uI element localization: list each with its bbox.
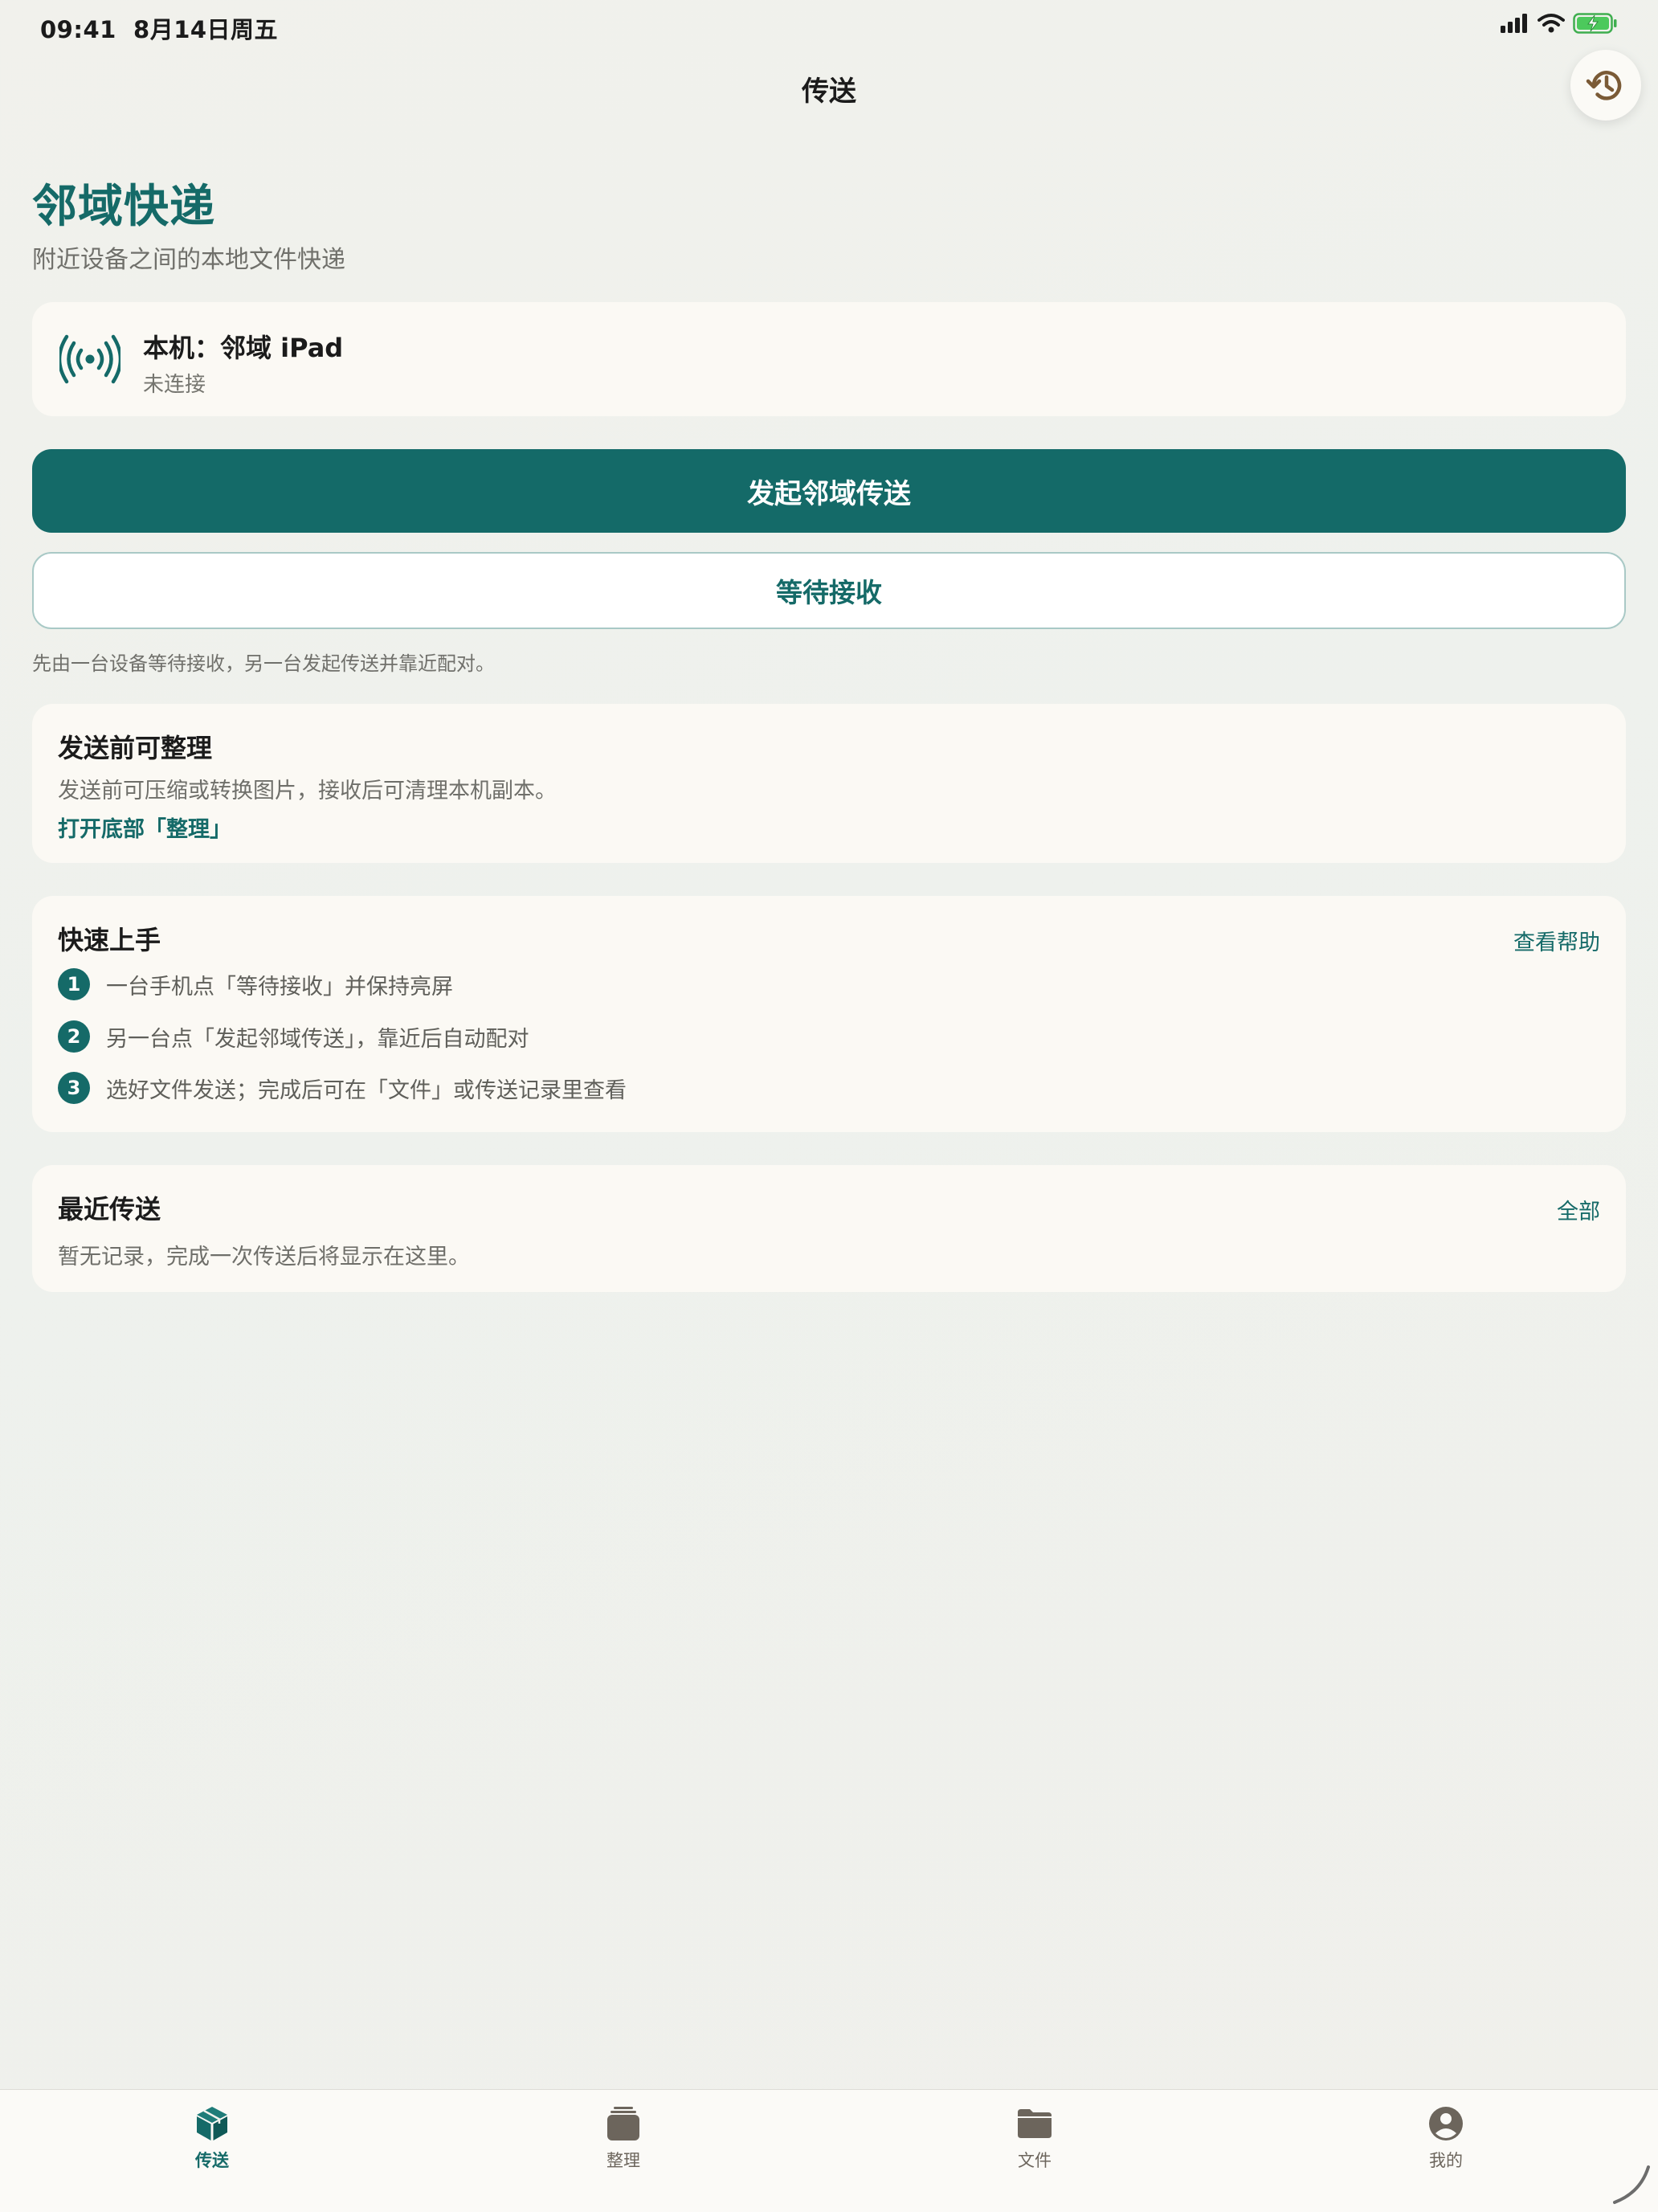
page-title: 传送 (802, 76, 856, 108)
history-button[interactable] (1570, 50, 1641, 121)
tab-label: 文件 (1018, 2151, 1052, 2170)
tray-stack-icon (607, 2107, 639, 2140)
resize-corner-icon (1613, 2165, 1650, 2204)
view-all-link[interactable]: 全部 (1557, 1194, 1600, 1225)
device-card: 本机：邻域 iPad 未连接 (32, 302, 1626, 416)
recent-transfers-card: 最近传送 全部 暂无记录，完成一次传送后将显示在这里。 (32, 1165, 1626, 1292)
wait-receive-button[interactable]: 等待接收 (32, 552, 1626, 629)
broadcast-icon (59, 334, 120, 384)
organize-card: 发送前可整理 发送前可压缩或转换图片，接收后可清理本机副本。 打开底部「整理」 (32, 704, 1626, 863)
step-text: 选好文件发送；完成后可在「文件」或传送记录里查看 (106, 1077, 627, 1103)
tab-files[interactable]: 文件 (970, 2104, 1099, 2172)
view-help-link[interactable]: 查看帮助 (1513, 925, 1600, 956)
quick-start-step: 3 选好文件发送；完成后可在「文件」或传送记录里查看 (58, 1072, 627, 1104)
step-number: 2 (58, 1020, 90, 1053)
signal-icon (1501, 14, 1527, 33)
status-bar: 09:41 8月14日周五 (0, 0, 1658, 51)
pairing-hint: 先由一台设备等待接收，另一台发起传送并靠近配对。 (32, 652, 495, 675)
quick-start-step: 1 一台手机点「等待接收」并保持亮屏 (58, 968, 453, 1000)
device-status: 未连接 (143, 373, 206, 397)
organize-title: 发送前可整理 (58, 733, 213, 763)
status-date: 8月14日周五 (133, 16, 279, 43)
organize-text: 发送前可压缩或转换图片，接收后可清理本机副本。 (58, 779, 557, 803)
battery-charging-icon (1573, 13, 1617, 34)
hero-subtitle: 附近设备之间的本地文件快递 (32, 246, 345, 274)
hero-title: 邻域快递 (32, 181, 215, 233)
recent-empty-text: 暂无记录，完成一次传送后将显示在这里。 (58, 1245, 470, 1270)
status-time: 09:41 8月14日周五 (40, 16, 279, 43)
package-icon (197, 2107, 227, 2140)
tab-organize[interactable]: 整理 (559, 2104, 688, 2172)
folder-icon (1018, 2109, 1052, 2138)
status-icons (1501, 13, 1618, 34)
person-icon (1429, 2107, 1463, 2140)
tab-bar: 传送 整理 文件 我的 (0, 2089, 1658, 2212)
history-icon (1586, 71, 1622, 100)
open-organize-link[interactable]: 打开底部「整理」 (58, 812, 231, 843)
tab-profile[interactable]: 我的 (1382, 2104, 1510, 2172)
recent-title: 最近传送 (58, 1194, 161, 1225)
tab-transfer[interactable]: 传送 (148, 2104, 276, 2172)
quick-start-card: 快速上手 查看帮助 1 一台手机点「等待接收」并保持亮屏 2 另一台点「发起邻域… (32, 896, 1626, 1132)
step-number: 3 (58, 1072, 90, 1104)
step-text: 另一台点「发起邻域传送」，靠近后自动配对 (106, 1026, 529, 1052)
start-transfer-button[interactable]: 发起邻域传送 (32, 449, 1626, 533)
wifi-icon (1538, 14, 1565, 33)
step-text: 一台手机点「等待接收」并保持亮屏 (106, 974, 453, 1000)
quick-start-step: 2 另一台点「发起邻域传送」，靠近后自动配对 (58, 1020, 529, 1053)
device-name: 本机：邻域 iPad (143, 333, 344, 363)
tab-label: 整理 (606, 2151, 640, 2170)
tab-label: 我的 (1429, 2151, 1463, 2170)
tab-label: 传送 (195, 2151, 229, 2170)
quick-start-title: 快速上手 (58, 925, 161, 955)
step-number: 1 (58, 968, 90, 1000)
